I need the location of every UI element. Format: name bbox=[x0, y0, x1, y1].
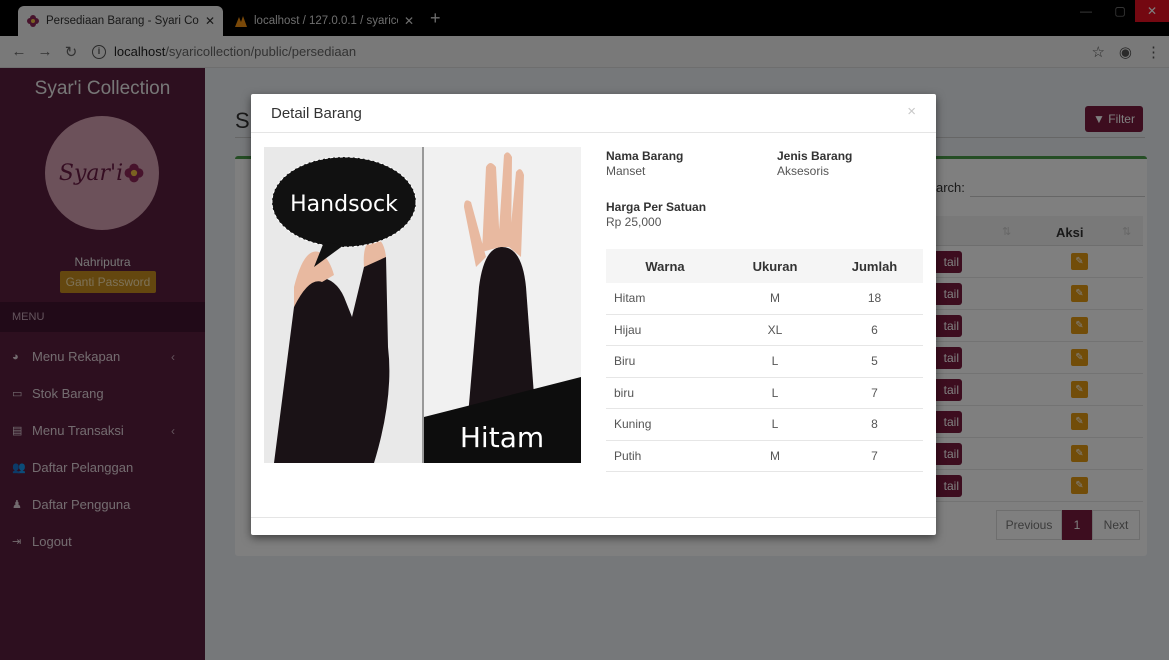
header-jumlah: Jumlah bbox=[851, 258, 898, 274]
detail-barang-modal: Detail Barang × Handsock Hitam Nama Bara… bbox=[251, 94, 936, 535]
nama-barang-value: Manset bbox=[606, 164, 646, 178]
jenis-barang-label: Jenis Barang bbox=[777, 149, 853, 163]
cell-ukuran: M bbox=[770, 448, 780, 463]
nama-barang-label: Nama Barang bbox=[606, 149, 684, 163]
cell-ukuran: M bbox=[770, 291, 780, 306]
jenis-barang-value: Aksesoris bbox=[777, 164, 830, 178]
table-row: Putih M 7 bbox=[606, 441, 923, 472]
cell-ukuran: L bbox=[771, 354, 779, 369]
harga-value: Rp 25,000 bbox=[606, 215, 662, 229]
table-row: biru L 7 bbox=[606, 378, 923, 409]
cell-warna: Putih bbox=[614, 448, 642, 463]
cell-ukuran: L bbox=[771, 385, 779, 400]
modal-header: Detail Barang × bbox=[251, 94, 936, 133]
cell-jumlah: 6 bbox=[871, 322, 878, 337]
product-image: Handsock Hitam bbox=[264, 147, 581, 463]
close-icon[interactable]: × bbox=[907, 103, 916, 120]
cell-jumlah: 7 bbox=[871, 448, 878, 463]
table-row: Biru L 5 bbox=[606, 346, 923, 378]
table-row: Hijau XL 6 bbox=[606, 315, 923, 346]
cell-jumlah: 5 bbox=[871, 354, 878, 369]
cell-warna: biru bbox=[614, 385, 635, 400]
cell-ukuran: L bbox=[771, 417, 779, 432]
header-warna: Warna bbox=[645, 258, 685, 274]
photo-text-handsock: Handsock bbox=[290, 192, 398, 217]
table-row: Hitam M 18 bbox=[606, 283, 923, 315]
stock-table: Warna Ukuran Jumlah Hitam M 18 Hijau XL 6 Biru… bbox=[606, 249, 923, 472]
table-row: Kuning L 8 bbox=[606, 409, 923, 441]
cell-warna: Biru bbox=[614, 354, 636, 369]
modal-title: Detail Barang bbox=[271, 105, 362, 122]
cell-jumlah: 18 bbox=[867, 291, 882, 306]
photo-text-hitam: Hitam bbox=[460, 421, 544, 454]
stock-table-header: Warna Ukuran Jumlah bbox=[606, 249, 923, 283]
product-photo-svg: Handsock Hitam bbox=[264, 147, 581, 463]
header-ukuran: Ukuran bbox=[752, 258, 798, 274]
cell-warna: Hijau bbox=[614, 322, 642, 337]
harga-label: Harga Per Satuan bbox=[606, 200, 707, 214]
cell-jumlah: 7 bbox=[871, 385, 878, 400]
cell-warna: Hitam bbox=[614, 291, 646, 306]
modal-footer-divider bbox=[251, 517, 936, 518]
cell-warna: Kuning bbox=[614, 417, 652, 432]
cell-ukuran: XL bbox=[767, 322, 783, 337]
cell-jumlah: 8 bbox=[871, 417, 878, 432]
